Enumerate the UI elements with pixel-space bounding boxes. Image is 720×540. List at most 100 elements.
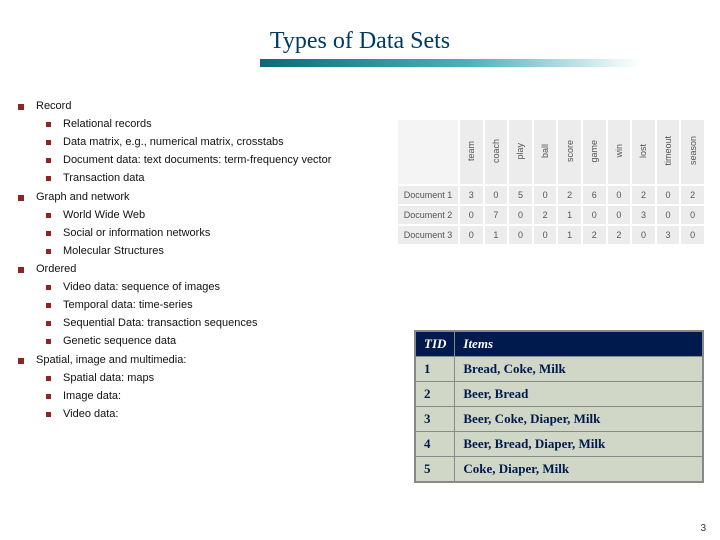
cell: 2 (631, 185, 656, 205)
table-row: 1Bread, Coke, Milk (415, 357, 703, 382)
col-header: ball (533, 119, 558, 185)
col-header: play (508, 119, 533, 185)
table-row: 2Beer, Bread (415, 382, 703, 407)
cell: Beer, Bread (455, 382, 703, 407)
table-row: 4Beer, Bread, Diaper, Milk (415, 432, 703, 457)
list-item: Transaction data (46, 171, 398, 187)
outline-graph: Graph and network (18, 190, 398, 206)
bullet-icon (18, 358, 24, 364)
table-row: 3Beer, Coke, Diaper, Milk (415, 407, 703, 432)
table-corner (397, 119, 459, 185)
outline-record: Record (18, 99, 398, 115)
table-header-row: TID Items (415, 331, 703, 357)
col-header: timeout (656, 119, 681, 185)
bullet-icon (46, 158, 51, 163)
bullet-icon (46, 213, 51, 218)
list-item: Sequential Data: transaction sequences (46, 316, 398, 332)
bullet-icon (46, 140, 51, 145)
outline-sublabel: Spatial data: maps (63, 371, 398, 387)
cell: 0 (508, 225, 533, 245)
table-row: 5Coke, Diaper, Milk (415, 457, 703, 483)
list-item: Video data: sequence of images (46, 280, 398, 296)
col-header: season (680, 119, 705, 185)
cell: 0 (484, 185, 509, 205)
cell: 1 (484, 225, 509, 245)
cell: 3 (415, 407, 455, 432)
outline-sublabel: Relational records (63, 117, 398, 133)
list-item: Data matrix, e.g., numerical matrix, cro… (46, 135, 398, 151)
transaction-table: TID Items 1Bread, Coke, Milk 2Beer, Brea… (414, 330, 704, 483)
outline-sublabel: Video data: sequence of images (63, 280, 398, 296)
cell: 0 (631, 225, 656, 245)
cell: 3 (656, 225, 681, 245)
outline-sublabel: Social or information networks (63, 226, 398, 242)
list-item: Relational records (46, 117, 398, 133)
cell: 0 (508, 205, 533, 225)
cell: 6 (582, 185, 607, 205)
col-header: game (582, 119, 607, 185)
cell: 3 (459, 185, 484, 205)
table-row: Document 3 0 1 0 0 1 2 2 0 3 0 (397, 225, 705, 245)
bullet-icon (46, 122, 51, 127)
cell: 2 (533, 205, 558, 225)
row-header: Document 2 (397, 205, 459, 225)
outline-sublabel: World Wide Web (63, 208, 398, 224)
outline-sublabel: Video data: (63, 407, 398, 423)
outline-ordered: Ordered (18, 262, 398, 278)
outline-label: Record (36, 99, 398, 115)
bullet-icon (46, 412, 51, 417)
list-item: Social or information networks (46, 226, 398, 242)
outline-sublabel: Document data: text documents: term-freq… (63, 153, 398, 169)
outline-spatial: Spatial, image and multimedia: (18, 353, 398, 369)
outline-sublabel: Molecular Structures (63, 244, 398, 260)
table-header-row: team coach play ball score game win lost… (397, 119, 705, 185)
cell: 0 (533, 185, 558, 205)
list-item: Molecular Structures (46, 244, 398, 260)
page-number: 3 (700, 523, 706, 534)
bullet-icon (46, 231, 51, 236)
cell: Beer, Coke, Diaper, Milk (455, 407, 703, 432)
cell: 5 (508, 185, 533, 205)
table-row: Document 1 3 0 5 0 2 6 0 2 0 2 (397, 185, 705, 205)
cell: 0 (607, 205, 632, 225)
cell: 5 (415, 457, 455, 483)
table-row: Document 2 0 7 0 2 1 0 0 3 0 0 (397, 205, 705, 225)
col-header: coach (484, 119, 509, 185)
list-item: Document data: text documents: term-freq… (46, 153, 398, 169)
cell: 1 (557, 225, 582, 245)
list-item: Video data: (46, 407, 398, 423)
bullet-icon (46, 376, 51, 381)
bullet-icon (46, 249, 51, 254)
col-header: score (557, 119, 582, 185)
outline-sublabel: Sequential Data: transaction sequences (63, 316, 398, 332)
bullet-icon (46, 321, 51, 326)
cell: 4 (415, 432, 455, 457)
cell: 2 (415, 382, 455, 407)
outline-sublabel: Image data: (63, 389, 398, 405)
cell: 2 (680, 185, 705, 205)
bullet-icon (46, 176, 51, 181)
col-header: lost (631, 119, 656, 185)
bullet-icon (46, 394, 51, 399)
cell: 0 (459, 205, 484, 225)
cell: 7 (484, 205, 509, 225)
cell: 0 (582, 205, 607, 225)
list-item: Genetic sequence data (46, 334, 398, 350)
page-title: Types of Data Sets (0, 0, 720, 59)
col-header-tid: TID (415, 331, 455, 357)
bullet-icon (18, 104, 24, 110)
cell: Bread, Coke, Milk (455, 357, 703, 382)
cell: 0 (607, 185, 632, 205)
cell: 0 (656, 205, 681, 225)
cell: 0 (656, 185, 681, 205)
list-item: Image data: (46, 389, 398, 405)
list-item: World Wide Web (46, 208, 398, 224)
outline-label: Ordered (36, 262, 398, 278)
col-header-items: Items (455, 331, 703, 357)
cell: 1 (557, 205, 582, 225)
bullet-icon (46, 303, 51, 308)
outline-sublabel: Data matrix, e.g., numerical matrix, cro… (63, 135, 398, 151)
document-term-table: team coach play ball score game win lost… (396, 118, 706, 246)
cell: 2 (582, 225, 607, 245)
list-item: Spatial data: maps (46, 371, 398, 387)
